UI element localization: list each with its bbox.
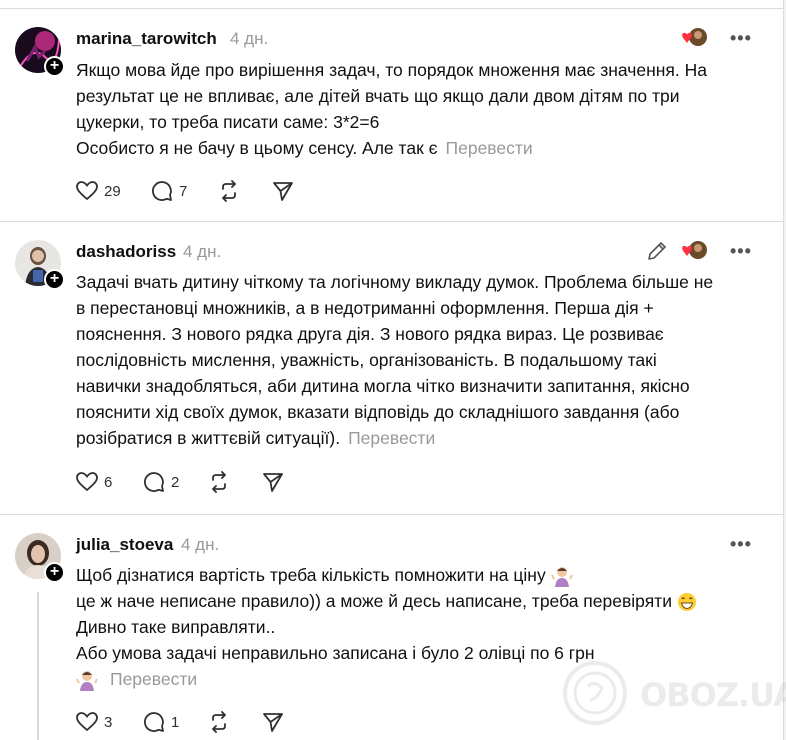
- more-options-button[interactable]: •••: [730, 534, 752, 555]
- repost-button[interactable]: [218, 179, 240, 203]
- send-icon: [263, 713, 283, 732]
- reply-count: 7: [179, 182, 188, 200]
- timestamp[interactable]: 4 дн.: [181, 535, 219, 555]
- repost-icon: [222, 180, 236, 202]
- heart-icon: [76, 712, 98, 732]
- timestamp[interactable]: 4 дн.: [183, 242, 221, 262]
- avatar[interactable]: +: [15, 533, 65, 583]
- repost-icon: [212, 471, 226, 493]
- top-divider: [0, 8, 784, 9]
- share-button[interactable]: [272, 179, 294, 203]
- like-count: 3: [104, 713, 113, 731]
- like-button[interactable]: 6: [76, 470, 112, 494]
- share-button[interactable]: [262, 710, 284, 734]
- username[interactable]: julia_stoeva: [76, 535, 173, 555]
- like-button[interactable]: 29: [76, 179, 121, 203]
- watermark-logo-icon: [563, 661, 627, 725]
- post-text: Якщо мова йде про вирішення задач, то по…: [76, 60, 707, 158]
- timestamp[interactable]: 4 дн.: [230, 29, 268, 49]
- comment-icon: [144, 712, 164, 732]
- username[interactable]: dashadoriss: [76, 242, 176, 262]
- watermark-text: OBOZ.UA: [640, 676, 786, 714]
- like-count: 29: [104, 182, 121, 200]
- grinning-emoji-icon: [677, 593, 696, 612]
- liked-by-author-icon: [680, 240, 708, 264]
- reply-button[interactable]: 7: [151, 179, 187, 203]
- reply-count: 1: [171, 713, 180, 731]
- share-button[interactable]: [262, 470, 284, 494]
- repost-button[interactable]: [208, 710, 230, 734]
- follow-plus-icon[interactable]: +: [44, 56, 65, 77]
- reply-button[interactable]: 2: [143, 470, 179, 494]
- feed-panel: + marina_tarowitch 4 дн. ••• Якщо мова й…: [0, 0, 786, 740]
- post-divider: [0, 514, 784, 515]
- post-text: Задачі вчать дитину чіткому та логічному…: [76, 272, 714, 448]
- heart-icon: [76, 181, 98, 201]
- translate-link[interactable]: Перевести: [110, 669, 197, 689]
- reply-count: 2: [171, 473, 180, 491]
- like-button[interactable]: 3: [76, 710, 112, 734]
- thread-line: [37, 592, 39, 740]
- post-divider: [0, 221, 784, 222]
- more-options-button[interactable]: •••: [730, 28, 752, 49]
- heart-icon: [76, 472, 98, 492]
- shrug-emoji-icon: [550, 567, 573, 588]
- avatar[interactable]: +: [15, 27, 65, 77]
- translate-link[interactable]: Перевести: [348, 428, 435, 448]
- username[interactable]: marina_tarowitch: [76, 29, 217, 49]
- follow-plus-icon[interactable]: +: [44, 562, 65, 583]
- translate-link[interactable]: Перевести: [446, 138, 533, 158]
- shrug-emoji-icon: [76, 671, 98, 692]
- follow-plus-icon[interactable]: +: [44, 269, 65, 290]
- more-options-button[interactable]: •••: [730, 241, 752, 262]
- avatar[interactable]: +: [15, 240, 65, 290]
- watermark: OBOZ.UA: [560, 658, 786, 728]
- reply-button[interactable]: 1: [143, 710, 179, 734]
- repost-button[interactable]: [208, 470, 230, 494]
- send-icon: [263, 473, 283, 492]
- repost-icon: [212, 711, 226, 733]
- edit-pencil-icon[interactable]: [646, 240, 668, 267]
- send-icon: [273, 182, 293, 201]
- like-count: 6: [104, 473, 113, 491]
- comment-icon: [152, 181, 172, 201]
- comment-icon: [144, 472, 164, 492]
- liked-by-author-icon: [680, 27, 708, 51]
